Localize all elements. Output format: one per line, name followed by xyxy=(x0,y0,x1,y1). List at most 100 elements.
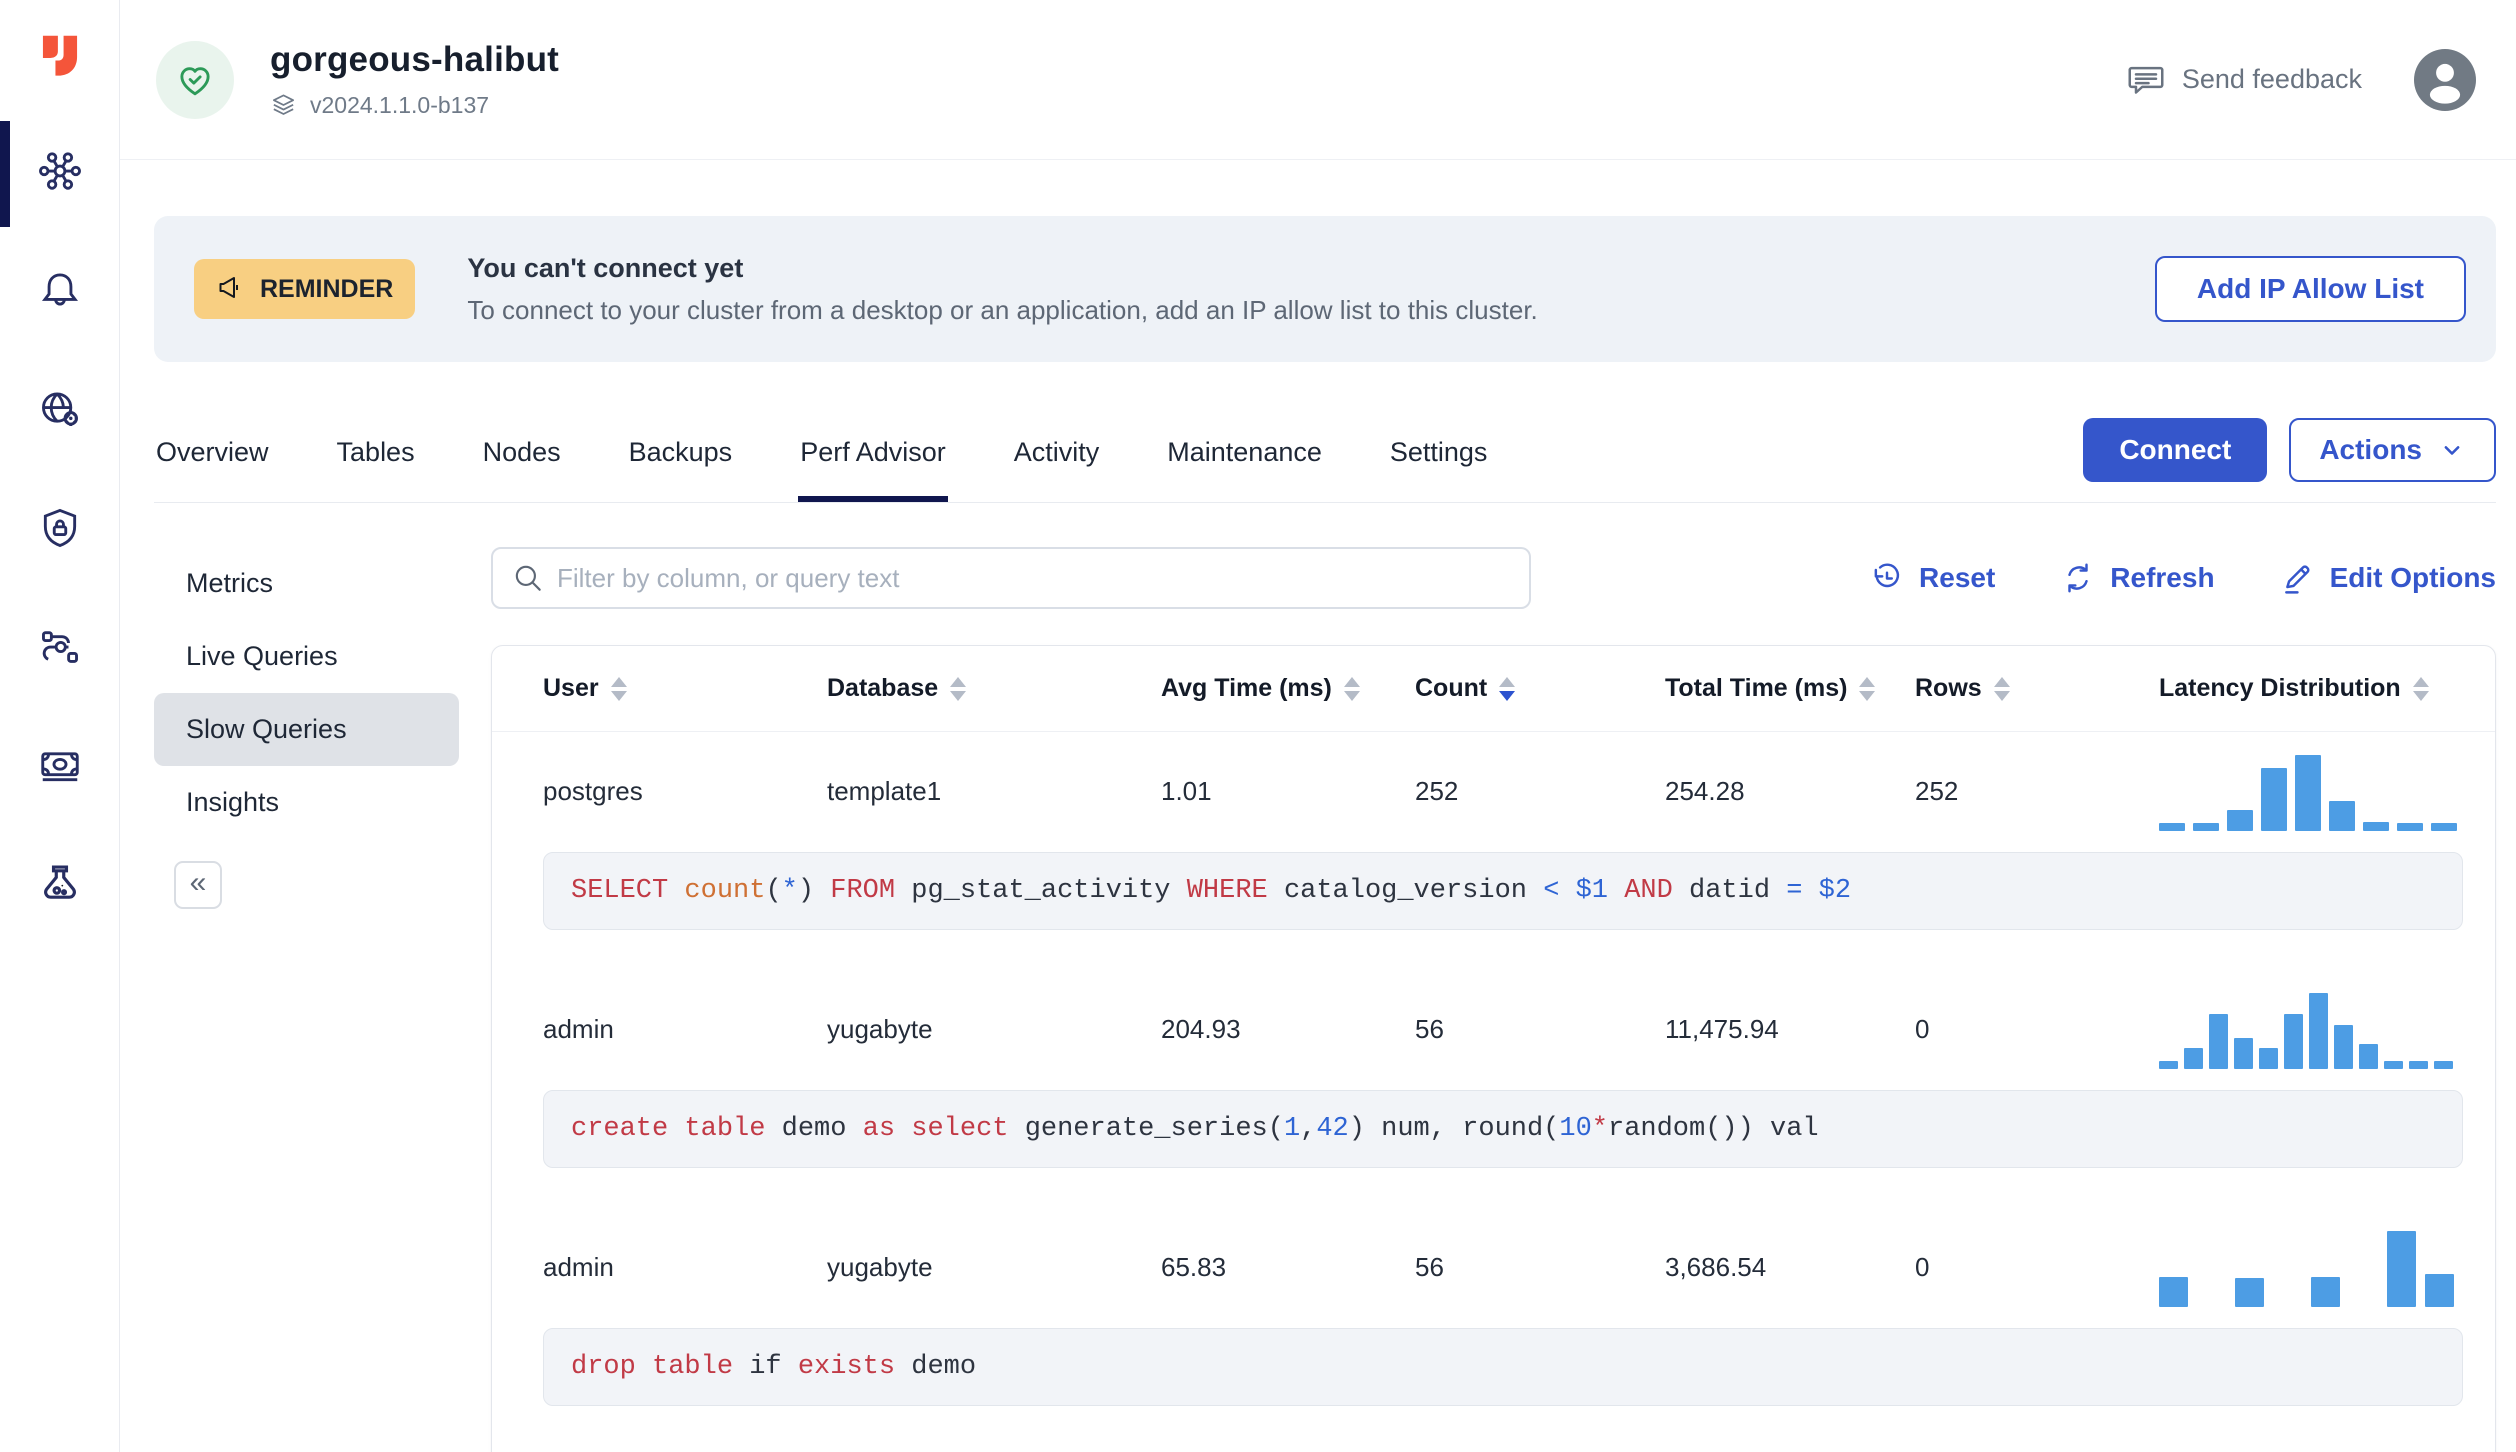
histogram-bar xyxy=(2159,823,2185,831)
query-text: SELECT count(*) FROM pg_stat_activity WH… xyxy=(543,852,2463,930)
rail-item-billing[interactable] xyxy=(0,743,119,794)
connect-button[interactable]: Connect xyxy=(2083,418,2268,482)
cell-count: 56 xyxy=(1415,1013,1444,1044)
search-icon xyxy=(515,565,541,591)
tab-maintenance[interactable]: Maintenance xyxy=(1165,437,1324,502)
filter-input[interactable] xyxy=(491,547,1531,609)
slow-queries-toolbar: Reset Refresh xyxy=(491,547,2496,609)
reset-button[interactable]: Reset xyxy=(1870,561,1995,595)
query-row[interactable]: postgres template1 1.01 252 254.28 252 xyxy=(492,732,2495,850)
rail-item-notifications[interactable] xyxy=(0,267,119,318)
table-body: postgres template1 1.01 252 254.28 252 SELECT … xyxy=(492,732,2495,1406)
column-header-database[interactable]: Database xyxy=(827,674,1161,703)
column-header-latency-distribution[interactable]: Latency Distribution xyxy=(2159,674,2455,703)
tab-overview[interactable]: Overview xyxy=(154,437,271,502)
cell-count: 252 xyxy=(1415,775,1459,806)
histogram-bar xyxy=(2259,1048,2278,1069)
collapse-sidebar-button[interactable]: « xyxy=(174,861,222,909)
histogram-bar xyxy=(2235,1278,2264,1307)
subnav-item-metrics[interactable]: Metrics xyxy=(154,547,459,620)
column-header-avg-time-ms[interactable]: Avg Time (ms) xyxy=(1161,674,1415,703)
table-header-row: User Database Avg Time (ms) Count Total Time… xyxy=(492,646,2495,732)
top-actions: Send feedback xyxy=(2120,48,2476,111)
histogram-bar xyxy=(2431,823,2457,831)
rail-item-network-settings[interactable] xyxy=(0,386,119,437)
main-area: gorgeous-halibut v2024.1.1.0-b137 Send f… xyxy=(120,0,2516,1452)
tab-nodes[interactable]: Nodes xyxy=(481,437,563,502)
version-label: v2024.1.1.0-b137 xyxy=(310,92,490,118)
column-label: Total Time (ms) xyxy=(1665,674,1848,702)
edit-options-button[interactable]: Edit Options xyxy=(2281,561,2496,595)
yugabyte-logo[interactable] xyxy=(30,26,90,86)
layers-icon xyxy=(272,94,295,115)
refresh-icon xyxy=(2068,563,2089,593)
person-icon xyxy=(2414,48,2476,111)
tab-activity[interactable]: Activity xyxy=(1012,437,1102,502)
column-label: User xyxy=(543,674,599,702)
cell-user: admin xyxy=(543,1251,614,1282)
histogram-bar xyxy=(2387,1231,2416,1307)
column-label: Rows xyxy=(1915,674,1982,702)
histogram-bar xyxy=(2359,1044,2378,1069)
actions-button[interactable]: Actions xyxy=(2289,418,2496,482)
add-ip-allow-list-button[interactable]: Add IP Allow List xyxy=(2154,256,2466,322)
refresh-label: Refresh xyxy=(2110,562,2215,593)
tab-tables[interactable]: Tables xyxy=(335,437,417,502)
histogram-bar xyxy=(2193,823,2219,831)
column-label: Count xyxy=(1415,674,1488,702)
query-text: create table demo as select generate_ser… xyxy=(543,1090,2463,1168)
histogram-bar xyxy=(2227,810,2253,831)
cluster-tabs: Overview Tables Nodes Backups Perf Advisor Ac… xyxy=(154,437,1553,502)
perf-advisor-content: Metrics Live Queries Slow Queries Insights … xyxy=(154,547,2496,1452)
rail-item-integrations[interactable] xyxy=(0,624,119,675)
integrations-icon xyxy=(37,624,83,675)
rail-item-labs[interactable] xyxy=(0,862,119,913)
histogram-bar xyxy=(2409,1061,2428,1069)
column-header-count[interactable]: Count xyxy=(1415,674,1665,703)
user-avatar[interactable] xyxy=(2414,48,2476,111)
bell-icon xyxy=(37,267,83,318)
cell-user: admin xyxy=(543,1013,614,1044)
heart-check-icon xyxy=(180,66,210,95)
cell-count: 56 xyxy=(1415,1251,1444,1282)
column-header-total-time-ms[interactable]: Total Time (ms) xyxy=(1665,674,1915,703)
histogram-bar xyxy=(2425,1274,2454,1307)
histogram-bar xyxy=(2397,823,2423,831)
cell-user: postgres xyxy=(543,775,643,806)
feedback-chat-icon xyxy=(2128,66,2164,94)
sort-icon xyxy=(1859,676,1876,701)
megaphone-icon xyxy=(219,277,238,298)
column-header-user[interactable]: User xyxy=(543,674,827,703)
subnav-item-live-queries[interactable]: Live Queries xyxy=(154,620,459,693)
column-header-rows[interactable]: Rows xyxy=(1915,674,2159,703)
subnav-item-insights[interactable]: Insights xyxy=(154,766,459,839)
reminder-banner: REMINDER You can't connect yet To connec… xyxy=(154,216,2496,362)
query-row[interactable]: admin yugabyte 65.83 56 3,686.54 0 xyxy=(492,1208,2495,1326)
sort-icon xyxy=(950,676,967,701)
edit-pencil-icon xyxy=(2284,565,2310,594)
query-row[interactable]: admin yugabyte 204.93 56 11,475.94 0 xyxy=(492,970,2495,1088)
slow-queries-panel: Reset Refresh xyxy=(491,547,2496,1452)
sort-icon xyxy=(1993,676,2010,701)
chevron-down-icon xyxy=(2444,446,2460,455)
reminder-badge-label: REMINDER xyxy=(260,274,394,303)
cell-rows: 0 xyxy=(1915,1013,1930,1044)
subnav-item-slow-queries[interactable]: Slow Queries xyxy=(154,693,459,766)
tab-settings[interactable]: Settings xyxy=(1388,437,1490,502)
cell-avg-time: 1.01 xyxy=(1161,775,1212,806)
latency-histogram xyxy=(2159,989,2455,1069)
billing-icon xyxy=(37,743,83,794)
rail-item-security[interactable] xyxy=(0,505,119,556)
rail-nav xyxy=(0,148,119,913)
send-feedback-button[interactable]: Send feedback xyxy=(2120,59,2368,101)
reset-label: Reset xyxy=(1919,562,1996,593)
tab-backups[interactable]: Backups xyxy=(627,437,735,502)
filter-search xyxy=(491,547,1531,609)
rail-item-clusters[interactable] xyxy=(0,148,119,199)
histogram-bar xyxy=(2309,993,2328,1069)
refresh-button[interactable]: Refresh xyxy=(2061,561,2215,595)
tab-perf-advisor[interactable]: Perf Advisor xyxy=(798,437,948,502)
sort-icon xyxy=(610,676,627,701)
sort-icon xyxy=(1343,676,1360,701)
cell-avg-time: 65.83 xyxy=(1161,1251,1227,1282)
